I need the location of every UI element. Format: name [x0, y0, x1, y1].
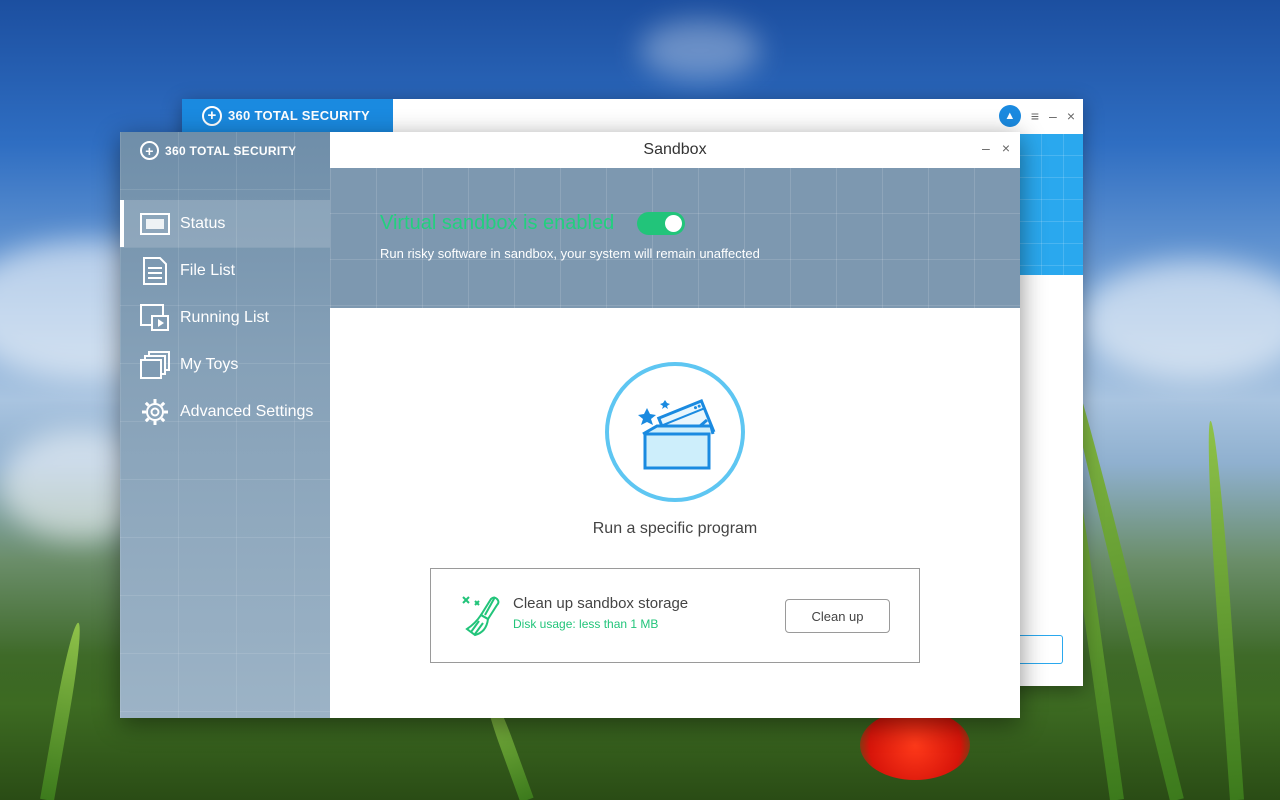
file-list-icon: [140, 256, 170, 285]
run-program-label: Run a specific program: [592, 520, 758, 537]
sidebar-item-label: File List: [180, 261, 236, 279]
status-icon: [140, 210, 170, 238]
sidebar-item-my-toys[interactable]: My Toys: [120, 341, 330, 388]
sidebar-item-advanced-settings[interactable]: Advanced Settings: [120, 388, 330, 435]
gear-icon: [140, 398, 170, 426]
background-brand-label: 360 TOTAL SECURITY: [228, 108, 370, 123]
background-brand: + 360 TOTAL SECURITY: [182, 99, 393, 132]
sandbox-window: + 360 TOTAL SECURITY Status File List Ru…: [120, 132, 1020, 718]
background-titlebar[interactable]: + 360 TOTAL SECURITY ▲ ≡ – ×: [182, 99, 1083, 132]
disk-usage-text: Disk usage: less than 1 MB: [513, 617, 659, 631]
minimize-button[interactable]: –: [1049, 108, 1057, 124]
sidebar-item-file-list[interactable]: File List: [120, 247, 330, 294]
plus-logo-icon: +: [202, 105, 222, 126]
sidebar-item-status[interactable]: Status: [120, 200, 330, 247]
sidebar-item-label: Running List: [180, 308, 269, 326]
background-input[interactable]: [1019, 635, 1063, 664]
poppy-flower: [860, 710, 970, 780]
sidebar-item-label: Advanced Settings: [180, 402, 314, 420]
window-titlebar[interactable]: Sandbox – ×: [330, 132, 1020, 168]
run-program-section: Run a specific program: [330, 362, 1020, 538]
cleanup-panel: Clean up sandbox storage Disk usage: les…: [430, 568, 920, 663]
sidebar-nav: Status File List Running List My Toys Ad…: [120, 200, 330, 435]
sidebar: + 360 TOTAL SECURITY Status File List Ru…: [120, 132, 330, 718]
shirt-icon[interactable]: ▲: [998, 105, 1021, 127]
minimize-button[interactable]: –: [982, 140, 990, 156]
cleanup-title: Clean up sandbox storage: [513, 595, 689, 612]
cloud: [1080, 260, 1280, 380]
sidebar-brand-label: 360 TOTAL SECURITY: [165, 143, 297, 158]
running-list-icon: [140, 303, 170, 332]
close-button[interactable]: ×: [1067, 108, 1075, 124]
plus-logo-icon: +: [140, 141, 159, 160]
sandbox-box-icon: [638, 398, 716, 470]
sidebar-item-label: My Toys: [180, 355, 239, 373]
window-title: Sandbox: [643, 141, 707, 158]
main-content: Sandbox – × Virtual sandbox is enabled R…: [330, 132, 1020, 718]
window-controls: – ×: [982, 140, 1010, 156]
broom-icon: [462, 596, 500, 637]
background-banner: [1019, 134, 1083, 275]
status-banner: Virtual sandbox is enabled Run risky sof…: [330, 168, 1020, 308]
run-program-button[interactable]: [605, 362, 745, 502]
sandbox-toggle[interactable]: [637, 212, 685, 235]
sidebar-brand: + 360 TOTAL SECURITY: [140, 141, 296, 160]
sandbox-status-subtitle: Run risky software in sandbox, your syst…: [380, 246, 760, 261]
sidebar-item-label: Status: [180, 214, 226, 232]
my-toys-icon: [140, 350, 170, 379]
clean-up-button[interactable]: Clean up: [785, 599, 890, 633]
background-window-controls: ▲ ≡ – ×: [998, 105, 1075, 127]
sidebar-item-running-list[interactable]: Running List: [120, 294, 330, 341]
close-button[interactable]: ×: [1002, 140, 1010, 156]
cloud: [640, 20, 760, 80]
sandbox-status-title: Virtual sandbox is enabled: [380, 212, 615, 234]
menu-button[interactable]: ≡: [1031, 108, 1039, 124]
banner-grid-decoration: [330, 168, 1020, 308]
